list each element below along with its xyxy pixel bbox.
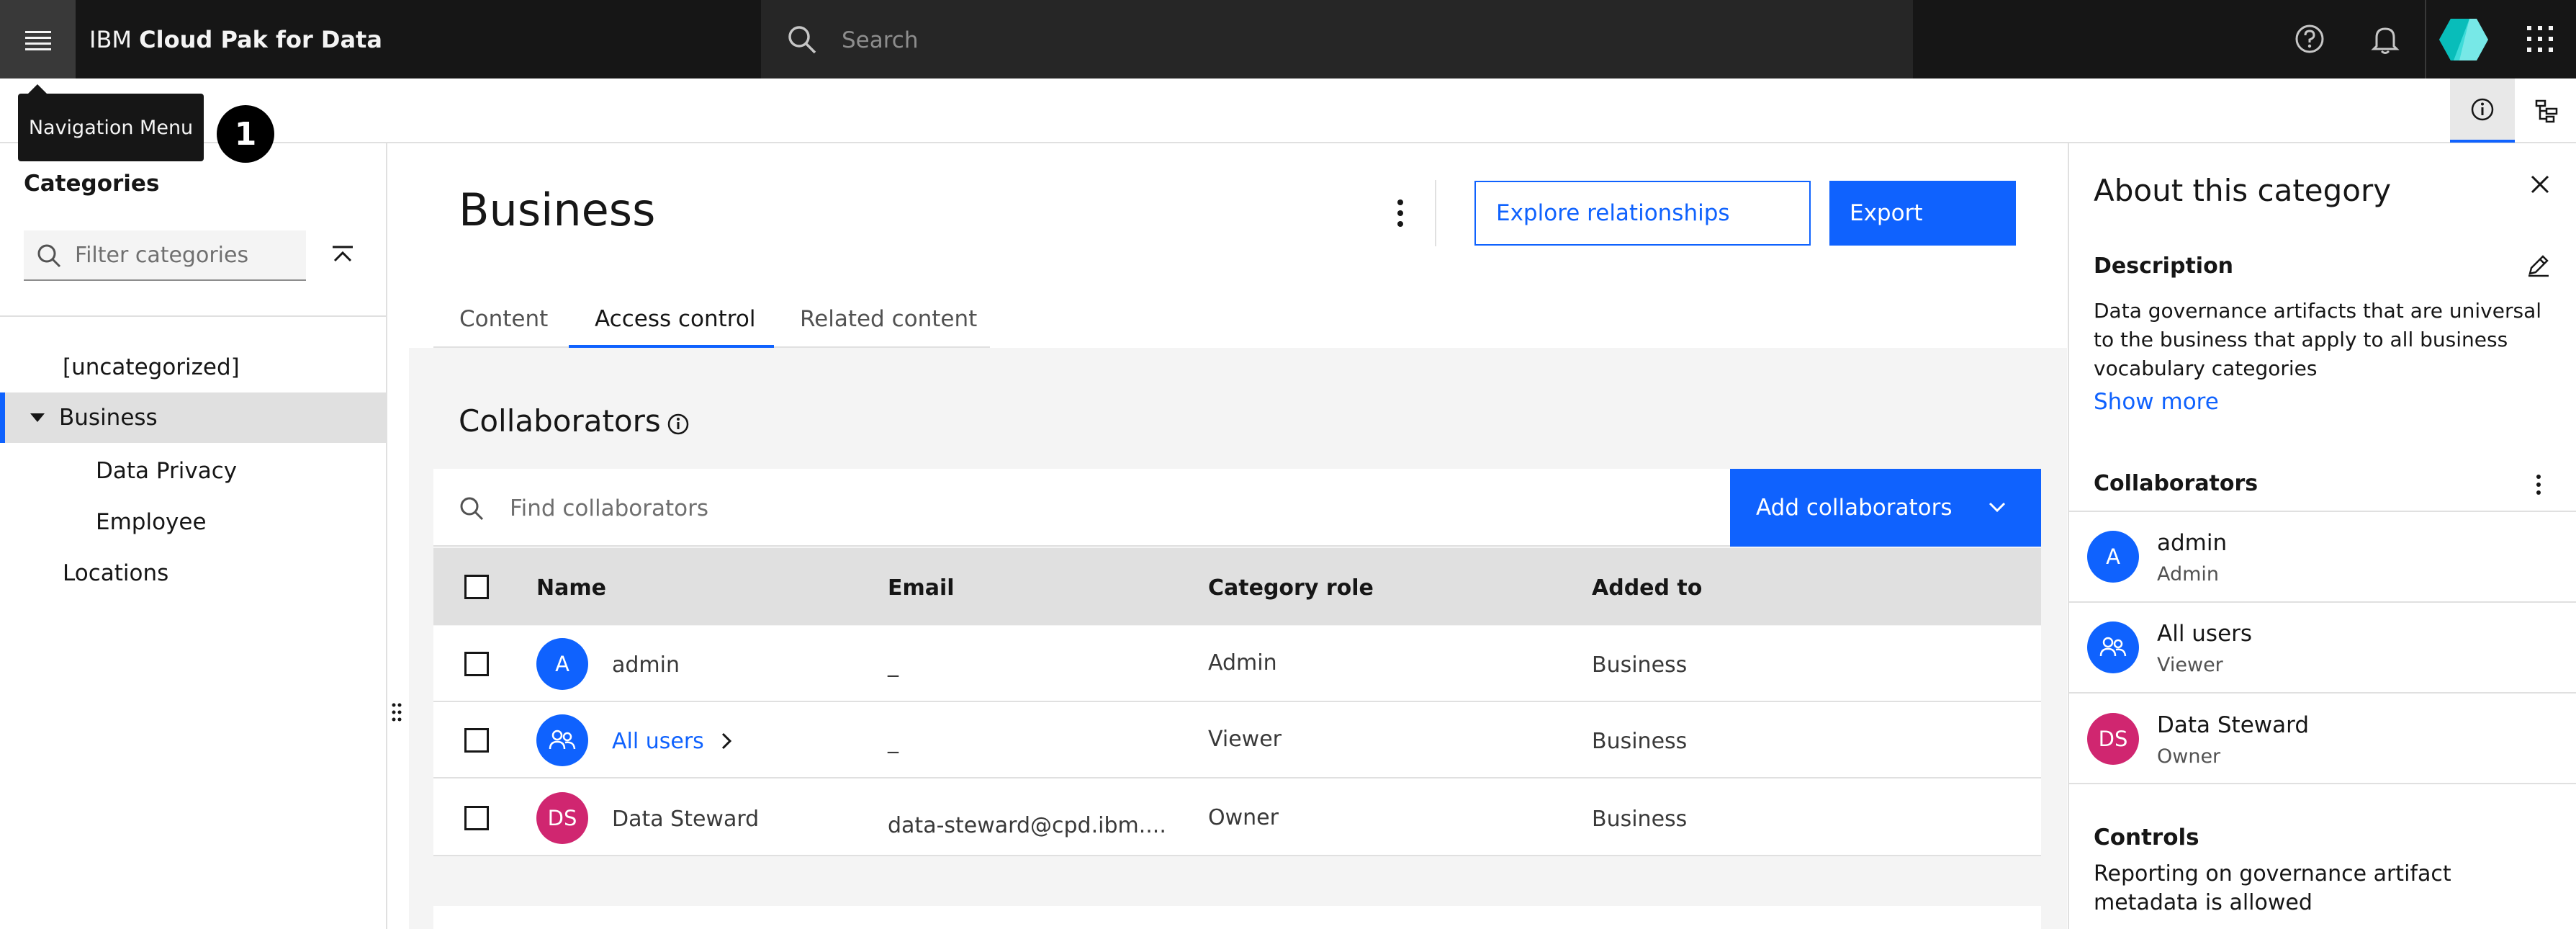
overflow-menu-icon[interactable] [1395, 198, 1406, 228]
navigation-menu-tooltip: Navigation Menu [18, 94, 204, 161]
global-search-input[interactable] [761, 0, 1913, 78]
step-number-badge: 1 [217, 105, 274, 163]
row-checkbox[interactable] [464, 806, 489, 830]
user-group-icon [2099, 637, 2127, 657]
collaborator-name: admin [612, 652, 680, 678]
navigation-menu-button[interactable] [0, 0, 76, 78]
about-panel-toggle[interactable] [2450, 78, 2515, 143]
collaborator-added-to: Business [1592, 729, 1688, 754]
categories-title: Categories [24, 171, 160, 197]
collaborator-name: admin [2157, 530, 2228, 556]
brand-prefix: IBM [89, 26, 132, 53]
row-checkbox[interactable] [464, 728, 489, 753]
user-avatar-icon[interactable] [2438, 16, 2488, 63]
collaborator-role: Admin [1208, 650, 1277, 676]
collaborator-role: Viewer [2157, 654, 2223, 676]
edit-pencil-icon[interactable] [2526, 252, 2552, 278]
category-description: Data governance artifacts that are unive… [2094, 299, 2542, 380]
chevron-down-icon[interactable] [1987, 500, 2007, 514]
tree-item-locations[interactable]: Locations [63, 560, 168, 586]
collaborators-title: Collaborators [459, 403, 661, 439]
row-checkbox[interactable] [464, 652, 489, 676]
filter-categories-placeholder: Filter categories [75, 243, 249, 268]
close-icon[interactable] [2528, 173, 2552, 196]
categories-divider [0, 315, 387, 317]
avatar: A [536, 638, 588, 690]
column-header-category-role[interactable]: Category role [1208, 575, 1374, 601]
tab-content[interactable]: Content [433, 292, 569, 348]
topbar-divider [2425, 0, 2426, 78]
collaborator-name: Data Steward [612, 807, 760, 832]
search-icon [37, 244, 61, 268]
caret-down-icon[interactable] [30, 413, 45, 422]
collaborator-added-to: Business [1592, 807, 1688, 832]
page-toolbar [0, 78, 2576, 143]
search-icon [460, 497, 484, 521]
tree-view-icon [2535, 99, 2557, 122]
tab-access-control[interactable]: Access control [569, 292, 774, 348]
tree-item-employee[interactable]: Employee [96, 509, 207, 535]
user-group-avatar [536, 714, 588, 766]
search-icon [788, 26, 816, 54]
collaborator-role: Viewer [1208, 727, 1282, 752]
product-name[interactable]: IBM Cloud Pak for Data [89, 26, 382, 53]
search-placeholder: Search [842, 27, 919, 53]
information-icon [2471, 98, 2494, 120]
collaborator-list-item[interactable] [2068, 601, 2576, 692]
tree-item-business-selected[interactable] [0, 392, 387, 443]
tree-item-uncategorized[interactable]: [uncategorized] [63, 354, 240, 380]
tab-related-content[interactable]: Related content [774, 292, 990, 348]
column-header-email[interactable]: Email [888, 575, 955, 601]
avatar: DS [2087, 713, 2139, 765]
next-section-card [433, 906, 2041, 929]
help-icon[interactable] [2294, 23, 2325, 55]
collaborator-name: All users [2157, 621, 2253, 647]
collaborator-email: _ [888, 652, 899, 678]
collaborator-role: Admin [2157, 563, 2220, 585]
brand-name: Cloud Pak for Data [139, 26, 382, 53]
all-users-link[interactable]: All users [612, 729, 704, 754]
collaborator-list-item[interactable] [2068, 692, 2576, 783]
relationships-panel-toggle[interactable] [2516, 78, 2576, 143]
column-header-name[interactable]: Name [536, 575, 606, 601]
chevron-right-icon[interactable] [720, 731, 733, 751]
collaborators-label: Collaborators [2094, 471, 2258, 496]
information-icon[interactable] [666, 412, 690, 436]
column-header-added-to[interactable]: Added to [1592, 575, 1702, 601]
notifications-bell-icon[interactable] [2369, 23, 2401, 56]
collaborator-email: data-steward@cpd.ibm.... [888, 813, 1166, 838]
collaborator-email: _ [888, 729, 899, 754]
avatar: A [2087, 531, 2139, 583]
resize-handle-icon[interactable] [391, 702, 402, 722]
app-switcher-icon[interactable] [2526, 24, 2554, 53]
description-label: Description [2094, 253, 2234, 279]
controls-label: Controls [2094, 825, 2199, 851]
tree-item-data-privacy[interactable]: Data Privacy [96, 458, 237, 484]
panel-divider [2068, 783, 2576, 784]
explore-relationships-button[interactable]: Explore relationships [1474, 181, 1811, 246]
collaborator-role: Owner [2157, 745, 2221, 768]
avatar: DS [536, 792, 588, 844]
show-more-link[interactable]: Show more [2094, 389, 2219, 415]
overflow-menu-icon[interactable] [2534, 474, 2543, 495]
collaborator-list-item[interactable] [2068, 511, 2576, 601]
user-group-icon [549, 730, 576, 750]
export-button[interactable]: Export [1829, 181, 2016, 246]
collapse-all-icon[interactable] [330, 243, 356, 269]
user-group-avatar [2087, 621, 2139, 673]
controls-text: Reporting on governance artifact metadat… [2094, 861, 2451, 915]
hamburger-icon [24, 30, 51, 50]
page-title: Business [459, 184, 656, 236]
collaborator-role: Owner [1208, 805, 1279, 830]
about-panel-title: About this category [2094, 173, 2392, 208]
collaborator-name: Data Steward [2157, 712, 2310, 738]
find-collaborators-placeholder: Find collaborators [510, 495, 709, 521]
tooltip-caret [27, 84, 48, 94]
tree-item-business[interactable]: Business [59, 405, 158, 431]
collaborator-added-to: Business [1592, 652, 1688, 678]
header-divider [1435, 180, 1436, 246]
select-all-checkbox[interactable] [464, 575, 489, 599]
